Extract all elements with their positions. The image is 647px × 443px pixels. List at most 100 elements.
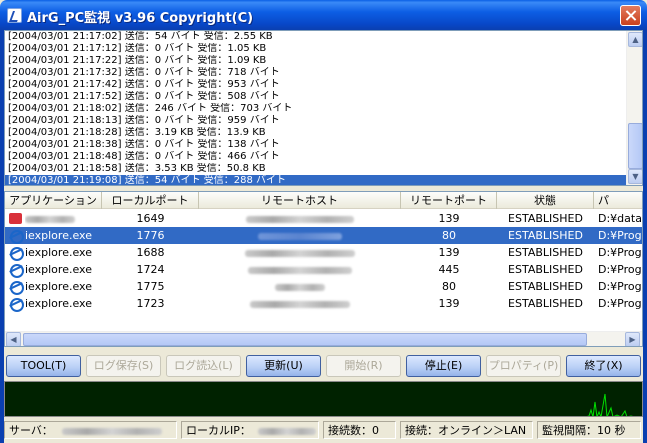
properties-button[interactable]: プロパティ(P)	[486, 355, 561, 377]
log-line[interactable]: [2004/03/01 21:17:42] 送信：0 バイト 受信：953 バイ…	[5, 79, 626, 91]
cell-remote-port: 80	[442, 229, 456, 242]
table-row[interactable]: iexplore.exe 1776 80 ESTABLISHED D:¥Progra	[5, 227, 642, 244]
red-app-icon	[9, 213, 22, 224]
cell-state: ESTABLISHED	[508, 297, 583, 310]
window-title: AirG_PC監視 v3.96 Copyright(C)	[27, 11, 254, 26]
table-row[interactable]: 1649 139 ESTABLISHED D:¥data¥r	[5, 210, 642, 227]
redacted-remote-host	[246, 215, 354, 223]
redacted-remote-host	[250, 300, 350, 308]
ie-icon	[9, 246, 24, 261]
column-header-local-port[interactable]: ローカルポート	[102, 192, 199, 209]
log-load-button[interactable]: ログ読込(L)	[166, 355, 241, 377]
log-line[interactable]: [2004/03/01 21:19:08] 送信：54 バイト 受信：288 バ…	[5, 175, 626, 185]
log-vertical-scrollbar[interactable]: ▲ ▼	[626, 31, 642, 185]
traffic-graph-line	[586, 393, 634, 416]
scroll-right-arrow-icon[interactable]: ▶	[625, 332, 640, 346]
cell-path: D:¥Progra	[598, 229, 642, 242]
cell-local-port: 1688	[136, 246, 165, 259]
cell-application: iexplore.exe	[25, 263, 92, 276]
log-line[interactable]: [2004/03/01 21:18:02] 送信：246 バイト 受信：703 …	[5, 103, 626, 115]
log-line[interactable]: [2004/03/01 21:17:22] 送信：0 バイト 受信：1.09 K…	[5, 55, 626, 67]
log-line[interactable]: [2004/03/01 21:18:48] 送信：0 バイト 受信：466 バイ…	[5, 151, 626, 163]
cell-state: ESTABLISHED	[508, 263, 583, 276]
status-server-redacted	[62, 427, 163, 435]
window-frame-right	[643, 30, 647, 443]
cell-local-port: 1723	[136, 297, 165, 310]
cell-application: iexplore.exe	[25, 280, 92, 293]
redacted-remote-host	[248, 266, 352, 274]
scroll-up-arrow-icon[interactable]: ▲	[628, 32, 642, 47]
scroll-left-arrow-icon[interactable]: ◀	[6, 332, 21, 346]
cell-remote-host	[199, 278, 401, 295]
table-row[interactable]: iexplore.exe 1688 139 ESTABLISHED D:¥Progra	[5, 244, 642, 261]
cell-remote-port: 139	[438, 246, 460, 259]
log-line[interactable]: [2004/03/01 21:18:13] 送信：0 バイト 受信：959 バイ…	[5, 115, 626, 127]
cell-remote-host	[199, 227, 401, 244]
log-line[interactable]: [2004/03/01 21:17:32] 送信：0 バイト 受信：718 バイ…	[5, 67, 626, 79]
cell-state: ESTABLISHED	[508, 280, 583, 293]
cell-path: D:¥data¥r	[598, 212, 642, 225]
table-header: アプリケーション ローカルポート リモートホスト リモートポート 状態 パ	[5, 192, 642, 209]
ie-icon	[9, 297, 24, 312]
scroll-down-arrow-icon[interactable]: ▼	[628, 169, 642, 184]
exit-button[interactable]: 終了(X)	[566, 355, 641, 377]
start-button[interactable]: 開始(R)	[326, 355, 401, 377]
cell-local-port: 1724	[136, 263, 165, 276]
log-lines: [2004/03/01 21:17:02] 送信：54 バイト 受信：2.55 …	[5, 31, 626, 185]
cell-path: D:¥Progra	[598, 263, 642, 276]
cell-path: D:¥Progra	[598, 246, 642, 259]
column-header-path[interactable]: パ	[594, 192, 642, 209]
horizontal-scroll-thumb[interactable]	[23, 333, 587, 346]
cell-state: ESTABLISHED	[508, 212, 583, 225]
table-row[interactable]: iexplore.exe 1723 139 ESTABLISHED D:¥Progra	[5, 295, 642, 312]
column-header-state[interactable]: 状態	[497, 192, 594, 209]
log-line[interactable]: [2004/03/01 21:17:02] 送信：54 バイト 受信：2.55 …	[5, 31, 626, 43]
cell-state: ESTABLISHED	[508, 246, 583, 259]
cell-remote-host	[199, 295, 401, 312]
scroll-thumb[interactable]	[628, 123, 642, 169]
log-save-button[interactable]: ログ保存(S)	[86, 355, 161, 377]
app-icon	[7, 8, 22, 23]
column-header-remote-port[interactable]: リモートポート	[401, 192, 497, 209]
status-local-ip-redacted	[258, 427, 317, 435]
table-horizontal-scrollbar[interactable]: ◀ ▶	[5, 331, 642, 346]
tool-button[interactable]: TOOL(T)	[6, 355, 81, 377]
cell-state: ESTABLISHED	[508, 229, 583, 242]
status-interval: 監視間隔：10 秒	[537, 421, 641, 439]
log-list[interactable]: [2004/03/01 21:17:02] 送信：54 バイト 受信：2.55 …	[4, 30, 643, 186]
log-line[interactable]: [2004/03/01 21:17:12] 送信：0 バイト 受信：1.05 K…	[5, 43, 626, 55]
cell-remote-host	[199, 244, 401, 261]
cell-application: iexplore.exe	[25, 297, 92, 310]
cell-remote-host	[199, 261, 401, 278]
update-button[interactable]: 更新(U)	[246, 355, 321, 377]
status-bar: サーバ： ローカルIP： 接続数：0 接続：オンライン＞LAN 監視間隔：10 …	[4, 419, 643, 440]
cell-application: iexplore.exe	[25, 229, 92, 242]
column-header-remote-host[interactable]: リモートホスト	[199, 192, 401, 209]
stop-button[interactable]: 停止(E)	[406, 355, 481, 377]
status-server-label: サーバ：	[9, 424, 53, 437]
table-row[interactable]: iexplore.exe 1775 80 ESTABLISHED D:¥Progra	[5, 278, 642, 295]
table-row[interactable]: iexplore.exe 1724 445 ESTABLISHED D:¥Progra	[5, 261, 642, 278]
cell-local-port: 1775	[136, 280, 165, 293]
log-line[interactable]: [2004/03/01 21:18:28] 送信：3.19 KB 受信：13.9…	[5, 127, 626, 139]
cell-remote-port: 445	[438, 263, 460, 276]
cell-path: D:¥Progra	[598, 280, 642, 293]
redacted-remote-host	[245, 249, 355, 257]
ie-icon	[9, 229, 24, 244]
cell-path: D:¥Progra	[598, 297, 642, 310]
close-button[interactable]	[620, 5, 641, 26]
status-connection: 接続：オンライン＞LAN	[400, 421, 533, 439]
redacted-remote-host	[258, 232, 342, 240]
cell-local-port: 1649	[136, 212, 165, 225]
log-line[interactable]: [2004/03/01 21:18:38] 送信：0 バイト 受信：138 バイ…	[5, 139, 626, 151]
log-line[interactable]: [2004/03/01 21:17:52] 送信：0 バイト 受信：508 バイ…	[5, 91, 626, 103]
ie-icon	[9, 280, 24, 295]
log-line[interactable]: [2004/03/01 21:18:58] 送信：3.53 KB 受信：50.8…	[5, 163, 626, 175]
cell-application: iexplore.exe	[25, 246, 92, 259]
connection-table[interactable]: アプリケーション ローカルポート リモートホスト リモートポート 状態 パ 16…	[4, 191, 643, 347]
ie-icon	[9, 263, 24, 278]
title-bar[interactable]: AirG_PC監視 v3.96 Copyright(C)	[0, 0, 647, 30]
column-header-application[interactable]: アプリケーション	[5, 192, 102, 209]
status-local-ip: ローカルIP：	[181, 421, 319, 439]
cell-application	[25, 210, 101, 227]
